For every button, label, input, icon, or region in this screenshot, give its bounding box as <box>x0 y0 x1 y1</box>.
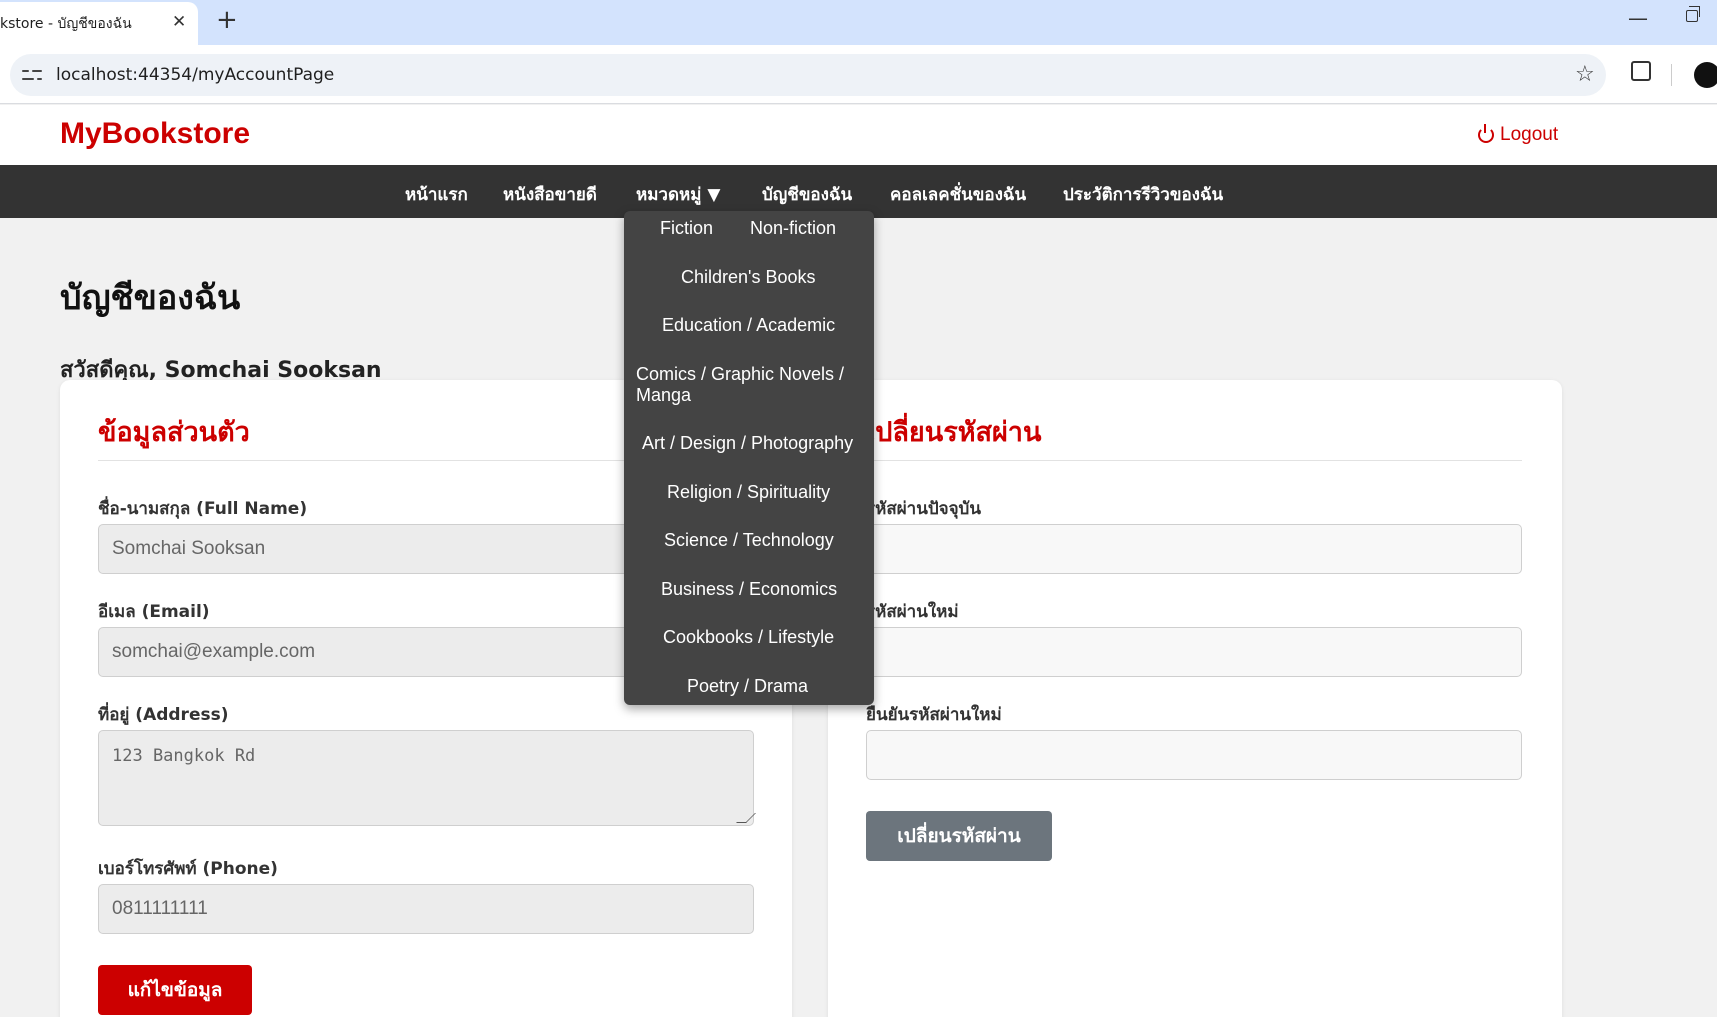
category-business[interactable]: Business / Economics <box>661 579 837 600</box>
close-tab-icon[interactable]: ✕ <box>172 12 186 32</box>
extensions-icon[interactable] <box>1631 61 1651 81</box>
change-password-button[interactable]: เปลี่ยนรหัสผ่าน <box>866 811 1052 861</box>
profile-avatar[interactable] <box>1694 62 1717 88</box>
email-label: อีเมล (Email) <box>98 602 210 622</box>
nav-my-collection[interactable]: คอลเลคชั่นของฉัน <box>890 181 1026 208</box>
category-science[interactable]: Science / Technology <box>664 530 834 551</box>
url-text[interactable]: localhost:44354/myAccountPage <box>56 65 334 85</box>
nav-categories[interactable]: หมวดหมู่ ▼ <box>636 181 720 208</box>
category-manga[interactable]: Manga <box>636 385 691 406</box>
categories-dropdown: Fiction Non-fiction Children's Books Edu… <box>624 211 874 705</box>
resize-grip-icon[interactable] <box>736 813 756 823</box>
category-cookbooks[interactable]: Cookbooks / Lifestyle <box>663 627 834 648</box>
address-value: 123 Bangkok Rd <box>112 746 256 766</box>
logout-label: Logout <box>1500 124 1559 145</box>
address-bar-row: localhost:44354/myAccountPage ☆ <box>0 45 1717 104</box>
current-password-label: รหัสผ่านปัจจุบัน <box>866 499 981 519</box>
password-card-title: เปลี่ยนรหัสผ่าน <box>866 417 1042 448</box>
edit-profile-button[interactable]: แก้ไขข้อมูล <box>98 965 252 1015</box>
new-password-label: รหัสผ่านใหม่ <box>866 602 959 622</box>
profile-card-title: ข้อมูลส่วนตัว <box>98 417 250 448</box>
browser-tab-strip: kstore - บัญชีของฉัน ✕ + — <box>0 0 1717 45</box>
category-fiction[interactable]: Fiction <box>660 218 713 239</box>
nav-bestsellers[interactable]: หนังสือขายดี <box>503 181 597 208</box>
category-education[interactable]: Education / Academic <box>662 315 835 336</box>
phone-field[interactable]: 0811111111 <box>98 884 754 934</box>
minimize-icon[interactable]: — <box>1628 6 1648 30</box>
nav-my-reviews[interactable]: ประวัติการรีวิวของฉัน <box>1063 181 1223 208</box>
page-title: บัญชีของฉัน <box>60 278 241 318</box>
confirm-password-label: ยืนยันรหัสผ่านใหม่ <box>866 705 1002 725</box>
site-settings-icon[interactable] <box>22 65 42 85</box>
site-logo[interactable]: MyBookstore <box>60 117 250 151</box>
omnibox[interactable]: localhost:44354/myAccountPage ☆ <box>10 54 1606 96</box>
power-icon <box>1478 124 1494 143</box>
category-poetry[interactable]: Poetry / Drama <box>687 676 808 697</box>
address-textarea[interactable]: 123 Bangkok Rd <box>98 730 756 826</box>
new-password-field[interactable] <box>866 627 1522 677</box>
category-childrens-books[interactable]: Children's Books <box>681 267 816 288</box>
logout-link[interactable]: Logout <box>1478 124 1558 146</box>
nav-home[interactable]: หน้าแรก <box>405 181 468 208</box>
fullname-label: ชื่อ-นามสกุล (Full Name) <box>98 499 308 519</box>
card-divider <box>866 460 1522 461</box>
category-comics[interactable]: Comics / Graphic Novels / <box>636 364 844 385</box>
category-non-fiction[interactable]: Non-fiction <box>750 218 836 239</box>
bookmark-star-icon[interactable]: ☆ <box>1575 62 1595 87</box>
restore-window-icon[interactable] <box>1686 6 1700 22</box>
current-password-field[interactable] <box>866 524 1522 574</box>
category-art-design[interactable]: Art / Design / Photography <box>642 433 853 454</box>
tab-title: kstore - บัญชีของฉัน <box>0 15 132 32</box>
browser-tab[interactable]: kstore - บัญชีของฉัน ✕ <box>0 2 198 45</box>
new-tab-icon[interactable]: + <box>216 5 238 35</box>
change-password-card: เปลี่ยนรหัสผ่าน รหัสผ่านปัจจุบัน รหัสผ่า… <box>828 380 1562 1017</box>
phone-label: เบอร์โทรศัพท์ (Phone) <box>98 859 278 879</box>
toolbar-divider <box>1671 64 1672 86</box>
category-religion[interactable]: Religion / Spirituality <box>667 482 830 503</box>
nav-my-account[interactable]: บัญชีของฉัน <box>762 181 852 208</box>
confirm-password-field[interactable] <box>866 730 1522 780</box>
address-label: ที่อยู่ (Address) <box>98 705 229 725</box>
site-header: MyBookstore Logout <box>0 105 1717 165</box>
